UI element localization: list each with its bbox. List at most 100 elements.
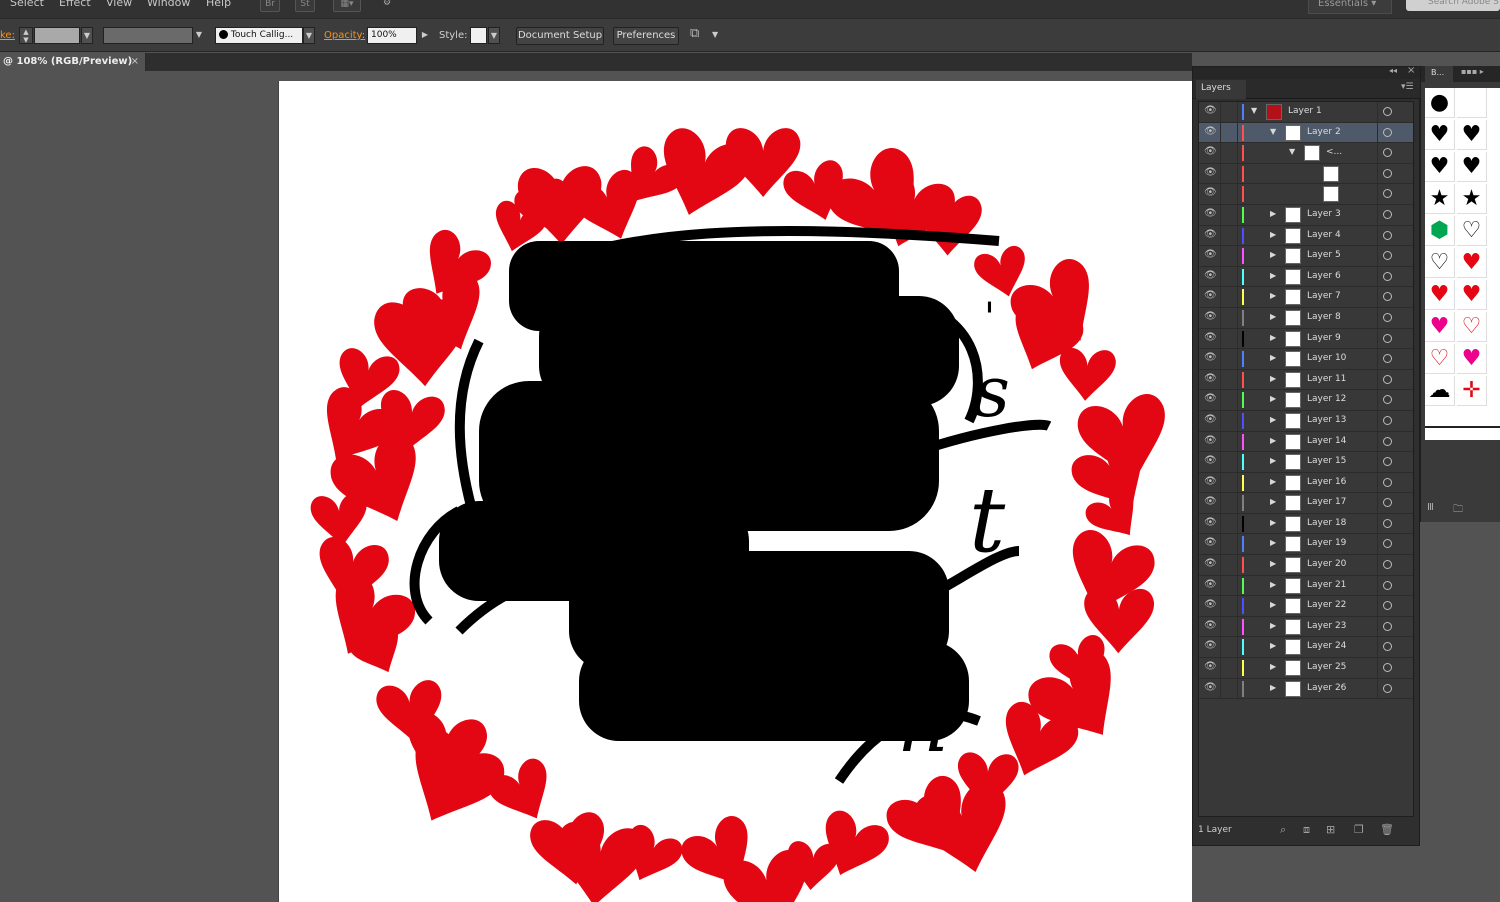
target-circle-icon[interactable]: [1383, 642, 1392, 652]
menu-view[interactable]: View: [106, 0, 132, 9]
target-circle-icon[interactable]: [1383, 395, 1392, 405]
layer-row[interactable]: 👁 ▶ Layer 3: [1199, 204, 1413, 226]
disclosure-closed-icon[interactable]: ▶: [1270, 353, 1276, 362]
symbol-swatch[interactable]: ★: [1457, 184, 1487, 214]
gpu-performance-icon[interactable]: ⚙: [375, 0, 399, 12]
layer-row[interactable]: 👁 ▶ Layer 7: [1199, 287, 1413, 308]
symbol-swatch[interactable]: ⬢: [1425, 216, 1455, 246]
disclosure-closed-icon[interactable]: ▶: [1270, 559, 1276, 568]
disclosure-closed-icon[interactable]: ▶: [1270, 230, 1276, 239]
layer-row[interactable]: 👁 ▼ <...: [1199, 143, 1413, 164]
disclosure-closed-icon[interactable]: ▶: [1270, 497, 1276, 506]
opacity-label[interactable]: Opacity:: [324, 30, 365, 41]
stock-button[interactable]: St: [295, 0, 315, 12]
target-circle-icon[interactable]: [1383, 209, 1392, 219]
style-dropdown[interactable]: ▼: [488, 27, 500, 44]
tab-layers[interactable]: Layers: [1196, 80, 1246, 99]
open-library-folder-icon[interactable]: 🗀: [1453, 502, 1463, 519]
target-circle-icon[interactable]: [1383, 518, 1392, 528]
target-circle-icon[interactable]: [1383, 560, 1392, 570]
visibility-eye-icon[interactable]: 👁: [1204, 600, 1217, 610]
target-circle-icon[interactable]: [1383, 601, 1392, 611]
disclosure-closed-icon[interactable]: ▶: [1270, 415, 1276, 424]
visibility-eye-icon[interactable]: 👁: [1204, 373, 1217, 384]
disclosure-closed-icon[interactable]: ▶: [1270, 312, 1276, 321]
layer-row[interactable]: 👁 ▶ Layer 5: [1199, 246, 1413, 267]
target-circle-icon[interactable]: [1383, 457, 1392, 467]
target-circle-icon[interactable]: [1383, 271, 1392, 281]
brush-definition[interactable]: Touch Callig...: [215, 27, 303, 44]
disclosure-closed-icon[interactable]: ▶: [1270, 374, 1276, 383]
opacity-slider-arrow[interactable]: ▶: [419, 27, 431, 44]
panel-menu-icon[interactable]: ▾☰: [1401, 82, 1414, 92]
close-panel-icon[interactable]: ×: [1407, 65, 1415, 76]
create-sublayer-icon[interactable]: ⊞: [1326, 823, 1335, 836]
target-circle-icon[interactable]: [1383, 127, 1392, 137]
disclosure-closed-icon[interactable]: ▶: [1270, 477, 1276, 486]
symbol-swatch[interactable]: ♡: [1457, 216, 1487, 246]
visibility-eye-icon[interactable]: 👁: [1204, 497, 1217, 507]
target-circle-icon[interactable]: [1383, 251, 1392, 261]
target-circle-icon[interactable]: [1383, 292, 1392, 302]
layer-row[interactable]: 👁 ▶ Layer 14: [1199, 431, 1413, 453]
visibility-eye-icon[interactable]: 👁: [1204, 167, 1217, 178]
disclosure-closed-icon[interactable]: ▶: [1270, 580, 1276, 589]
menu-effect[interactable]: Effect: [59, 0, 91, 9]
locate-object-icon[interactable]: ⌕: [1280, 823, 1286, 837]
symbol-swatch[interactable]: ♥: [1425, 280, 1455, 310]
disclosure-closed-icon[interactable]: ▶: [1270, 641, 1276, 650]
bridge-button[interactable]: Br: [260, 0, 280, 12]
symbol-swatch[interactable]: ♥: [1457, 280, 1487, 310]
search-input[interactable]: Search Adobe S: [1406, 0, 1500, 11]
tab-brushes[interactable]: B...: [1425, 66, 1453, 82]
disclosure-closed-icon[interactable]: ▶: [1270, 436, 1276, 445]
symbol-swatch[interactable]: ♡: [1425, 344, 1455, 374]
target-circle-icon[interactable]: [1383, 312, 1392, 322]
menu-window[interactable]: Window: [147, 0, 190, 9]
arrange-dropdown[interactable]: ▼: [712, 30, 718, 39]
symbol-swatch[interactable]: [1457, 88, 1487, 118]
visibility-eye-icon[interactable]: 👁: [1204, 208, 1217, 219]
target-circle-icon[interactable]: [1383, 354, 1392, 364]
disclosure-closed-icon[interactable]: ▶: [1270, 600, 1276, 609]
brush-dropdown[interactable]: ▼: [303, 27, 315, 44]
document-tab[interactable]: @ 108% (RGB/Preview) ×: [0, 53, 146, 71]
layer-row[interactable]: 👁 ▼ Layer 2: [1199, 122, 1413, 144]
stroke-weight-field[interactable]: [34, 27, 80, 44]
layer-row[interactable]: 👁 ▶ Layer 22: [1199, 596, 1413, 617]
disclosure-closed-icon[interactable]: ▶: [1270, 662, 1276, 671]
target-circle-icon[interactable]: [1383, 189, 1392, 199]
layer-row[interactable]: 👁 ▶ Layer 25: [1199, 658, 1413, 679]
disclosure-open-icon[interactable]: ▼: [1289, 147, 1295, 156]
target-circle-icon[interactable]: [1383, 333, 1392, 343]
disclosure-closed-icon[interactable]: ▶: [1270, 518, 1276, 527]
symbol-swatch[interactable]: ♥: [1457, 344, 1487, 374]
target-circle-icon[interactable]: [1383, 663, 1392, 673]
visibility-eye-icon[interactable]: 👁: [1204, 270, 1217, 281]
stroke-weight-stepper[interactable]: ▲ ▼: [19, 27, 33, 44]
disclosure-closed-icon[interactable]: ▶: [1270, 456, 1276, 465]
disclosure-closed-icon[interactable]: ▶: [1270, 333, 1276, 342]
disclosure-closed-icon[interactable]: ▶: [1270, 209, 1276, 218]
symbol-swatch[interactable]: ♥: [1457, 152, 1487, 182]
symbol-swatch[interactable]: ●: [1425, 88, 1455, 118]
visibility-eye-icon[interactable]: 👁: [1204, 641, 1217, 651]
symbol-swatch[interactable]: ♡: [1425, 248, 1455, 278]
layer-row[interactable]: 👁 ▶ Layer 12: [1199, 390, 1413, 411]
disclosure-closed-icon[interactable]: ▶: [1270, 538, 1276, 547]
target-circle-icon[interactable]: [1383, 683, 1392, 693]
disclosure-open-icon[interactable]: ▼: [1270, 127, 1276, 136]
variable-width-profile[interactable]: [103, 27, 193, 44]
visibility-eye-icon[interactable]: 👁: [1204, 106, 1217, 116]
target-circle-icon[interactable]: [1383, 436, 1392, 446]
artboard[interactable]: s t ' h: [278, 81, 1192, 902]
target-circle-icon[interactable]: [1383, 477, 1392, 487]
target-circle-icon[interactable]: [1383, 621, 1392, 631]
graphic-style-swatch[interactable]: [470, 27, 487, 44]
disclosure-closed-icon[interactable]: ▶: [1270, 291, 1276, 300]
visibility-eye-icon[interactable]: 👁: [1204, 147, 1217, 157]
menu-help[interactable]: Help: [206, 0, 231, 9]
visibility-eye-icon[interactable]: 👁: [1204, 188, 1217, 198]
visibility-eye-icon[interactable]: 👁: [1204, 291, 1217, 301]
target-circle-icon[interactable]: [1383, 148, 1392, 158]
